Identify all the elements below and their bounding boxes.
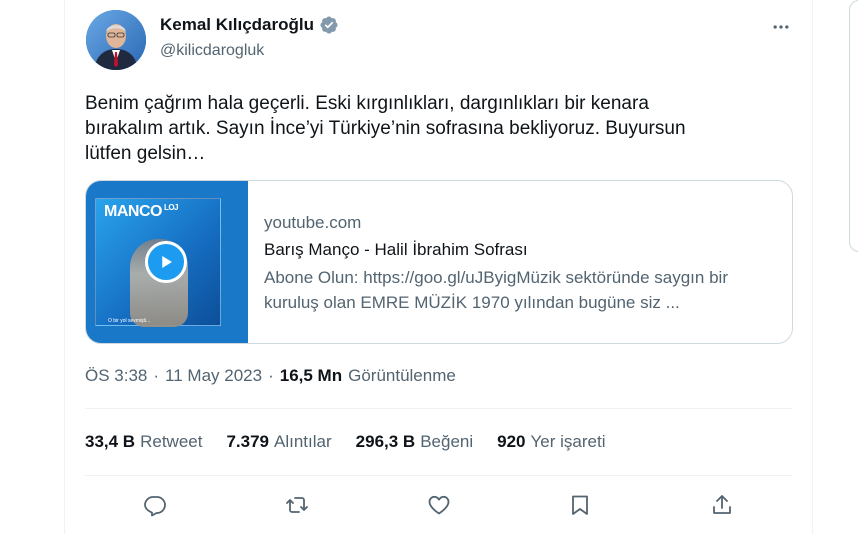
retweet-button[interactable] [281, 489, 313, 521]
avatar[interactable] [86, 10, 146, 70]
play-button[interactable] [145, 241, 187, 283]
meta-separator: · [268, 366, 274, 385]
like-button[interactable] [423, 489, 455, 521]
stat-count: 296,3 B [355, 432, 416, 451]
stat-label: Yer işareti [530, 432, 606, 451]
divider [85, 475, 792, 476]
share-icon [713, 495, 731, 514]
timeline-right-border [812, 0, 813, 534]
author-display-name[interactable]: Kemal Kılıçdaroğlu [160, 15, 314, 35]
play-icon [162, 256, 172, 268]
tweet-meta: ÖS 3:38 · 11 May 2023 · 16,5 Mn Görüntül… [85, 366, 456, 386]
reply-icon [144, 496, 166, 517]
tweet-time[interactable]: ÖS 3:38 [85, 366, 147, 386]
share-button[interactable] [706, 489, 738, 521]
tweet-text: Benim çağrım hala geçerli. Eski kırgınlı… [85, 93, 686, 164]
card-thumbnail[interactable]: MANCO LOJ O bir yol sevmişti... [86, 181, 248, 343]
bookmark-icon [572, 495, 588, 515]
link-preview-card[interactable]: MANCO LOJ O bir yol sevmişti... youtube.c… [85, 180, 793, 344]
timeline-left-border [64, 0, 65, 534]
stat-count: 920 [497, 432, 526, 451]
card-title: Barış Manço - Halil İbrahim Sofrası [264, 240, 528, 259]
retweet-count[interactable]: 33,4 B Retweet [85, 432, 202, 452]
bookmark-count[interactable]: 920 Yer işareti [497, 432, 605, 452]
tweet-date[interactable]: 11 May 2023 [165, 366, 262, 386]
divider [85, 408, 792, 409]
like-icon [428, 495, 450, 515]
avatar-photo [86, 10, 146, 70]
verified-badge-icon [319, 15, 339, 35]
more-options-button[interactable] [766, 12, 796, 42]
quote-count[interactable]: 7.379 Alıntılar [226, 432, 331, 452]
album-cover-title: MANCO LOJ [104, 203, 179, 220]
card-domain: youtube.com [264, 213, 362, 232]
engagement-stats: 33,4 B Retweet 7.379 Alıntılar 296,3 B B… [85, 432, 605, 452]
sidebar-card-edge [849, 0, 858, 252]
retweet-icon [286, 497, 308, 513]
reply-button[interactable] [139, 489, 171, 521]
card-body[interactable]: youtube.com Barış Manço - Halil İbrahim … [248, 181, 792, 343]
bookmark-button[interactable] [564, 489, 596, 521]
stat-label: Alıntılar [274, 432, 332, 451]
meta-separator: · [153, 366, 160, 385]
stat-label: Retweet [140, 432, 203, 451]
stat-count: 7.379 [226, 432, 270, 451]
action-bar [85, 489, 792, 521]
views-label: Görüntülenme [348, 366, 456, 385]
author-handle[interactable]: @kilicdarogluk [160, 42, 264, 60]
stat-label: Beğeni [420, 432, 474, 451]
album-cover-caption: O bir yol sevmişti... [108, 318, 151, 324]
more-icon [773, 25, 789, 29]
views-count: 16,5 Mn [279, 366, 343, 385]
card-description: Abone Olun: https://goo.gl/uJByigMüzik s… [264, 268, 728, 312]
like-count[interactable]: 296,3 B Beğeni [356, 432, 473, 452]
author-name-row[interactable]: Kemal Kılıçdaroğlu [160, 15, 339, 35]
stat-count: 33,4 B [85, 432, 136, 451]
